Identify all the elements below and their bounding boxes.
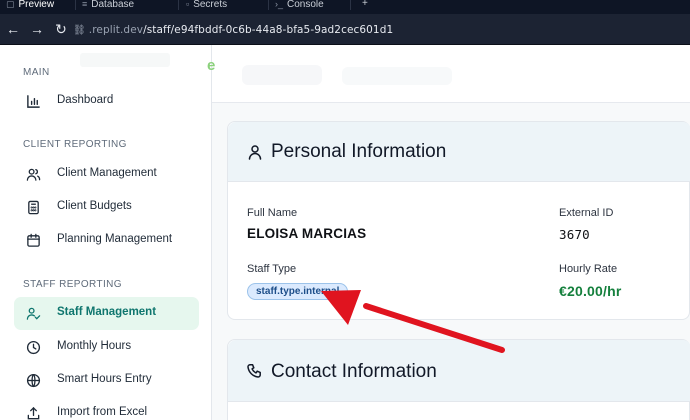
calendar-icon — [26, 233, 41, 248]
blurred-header-block — [342, 67, 452, 85]
page-header: e — [207, 45, 690, 103]
contact-information-card: Contact Information — [227, 339, 690, 420]
sidebar-item-smart-hours-entry[interactable]: Smart Hours Entry — [14, 364, 199, 397]
staff-type-label: Staff Type — [247, 263, 297, 275]
personal-information-title: Personal Information — [271, 141, 447, 162]
hourly-rate-value: €20.00/hr — [559, 283, 622, 299]
upload-icon — [26, 406, 41, 420]
logo-fragment: e — [207, 57, 216, 74]
database-icon: ≡ — [82, 0, 88, 9]
blurred-header-block — [242, 65, 322, 85]
browser-tab-strip: ▢ Preview ≡ Database ▫ Secrets ›_ Console + — [0, 0, 690, 14]
lock-icon: ▫ — [186, 0, 190, 9]
personal-information-card: Personal Information Full Name ELOISA MA… — [227, 121, 690, 320]
preview-icon: ▢ — [6, 0, 15, 9]
sidebar-section-staff-reporting: STAFF REPORTING — [23, 279, 122, 290]
sidebar-item-monthly-hours[interactable]: Monthly Hours — [14, 331, 199, 364]
url-domain: .replit.dev — [88, 24, 144, 36]
sidebar-section-client-reporting: CLIENT REPORTING — [23, 139, 127, 150]
tab-preview[interactable]: ▢ Preview — [6, 0, 54, 11]
console-icon: ›_ — [275, 0, 284, 9]
link-icon: ⛓ — [73, 25, 86, 36]
new-tab-button[interactable]: + — [362, 0, 368, 11]
sidebar-section-main: MAIN — [23, 67, 50, 78]
sidebar: MAIN Dashboard CLIENT REPORTING Client M… — [0, 45, 212, 420]
user-check-icon — [26, 306, 41, 321]
full-name-label: Full Name — [247, 207, 298, 219]
users-icon — [26, 167, 41, 182]
tab-database[interactable]: ≡ Database — [82, 0, 134, 11]
staff-type-badge: staff.type.internal — [247, 283, 349, 300]
full-name-value: ELOISA MARCIAS — [247, 226, 367, 241]
external-id-value: 3670 — [559, 227, 590, 242]
tab-console[interactable]: ›_ Console — [275, 0, 324, 11]
phone-icon — [247, 363, 263, 379]
contact-information-title: Contact Information — [271, 361, 437, 382]
forward-arrow-icon[interactable]: → — [29, 20, 45, 38]
sidebar-item-planning-management[interactable]: Planning Management — [14, 224, 199, 257]
contact-information-header: Contact Information — [228, 340, 690, 402]
calculator-icon — [26, 200, 41, 215]
url-field[interactable]: ⛓ .replit.dev/staff/e94fbddf-0c6b-44a8-bf… — [73, 22, 393, 38]
sidebar-item-client-management[interactable]: Client Management — [14, 158, 199, 191]
url-path: /staff/e94fbddf-0c6b-44a8-bfa5-9ad2cec60… — [143, 24, 394, 36]
sidebar-item-import-from-excel[interactable]: Import from Excel — [14, 397, 199, 420]
external-id-label: External ID — [559, 207, 614, 219]
plus-icon: + — [362, 0, 368, 9]
clock-icon — [26, 340, 41, 355]
address-bar: ← → ↻ ⛓ .replit.dev/staff/e94fbddf-0c6b-4… — [0, 14, 690, 45]
bar-chart-icon — [26, 94, 41, 109]
sidebar-item-staff-management[interactable]: Staff Management — [14, 297, 199, 330]
globe-icon — [26, 373, 41, 388]
tab-secrets[interactable]: ▫ Secrets — [186, 0, 227, 11]
hourly-rate-label: Hourly Rate — [559, 263, 618, 275]
back-arrow-icon[interactable]: ← — [5, 20, 21, 38]
user-icon — [247, 144, 263, 160]
reload-icon[interactable]: ↻ — [53, 20, 69, 38]
sidebar-item-dashboard[interactable]: Dashboard — [14, 85, 199, 118]
personal-information-header: Personal Information — [228, 122, 690, 182]
sidebar-item-client-budgets[interactable]: Client Budgets — [14, 191, 199, 224]
main-content: e Personal Information Full Name ELOISA … — [207, 45, 690, 420]
sidebar-ghost — [80, 53, 170, 67]
